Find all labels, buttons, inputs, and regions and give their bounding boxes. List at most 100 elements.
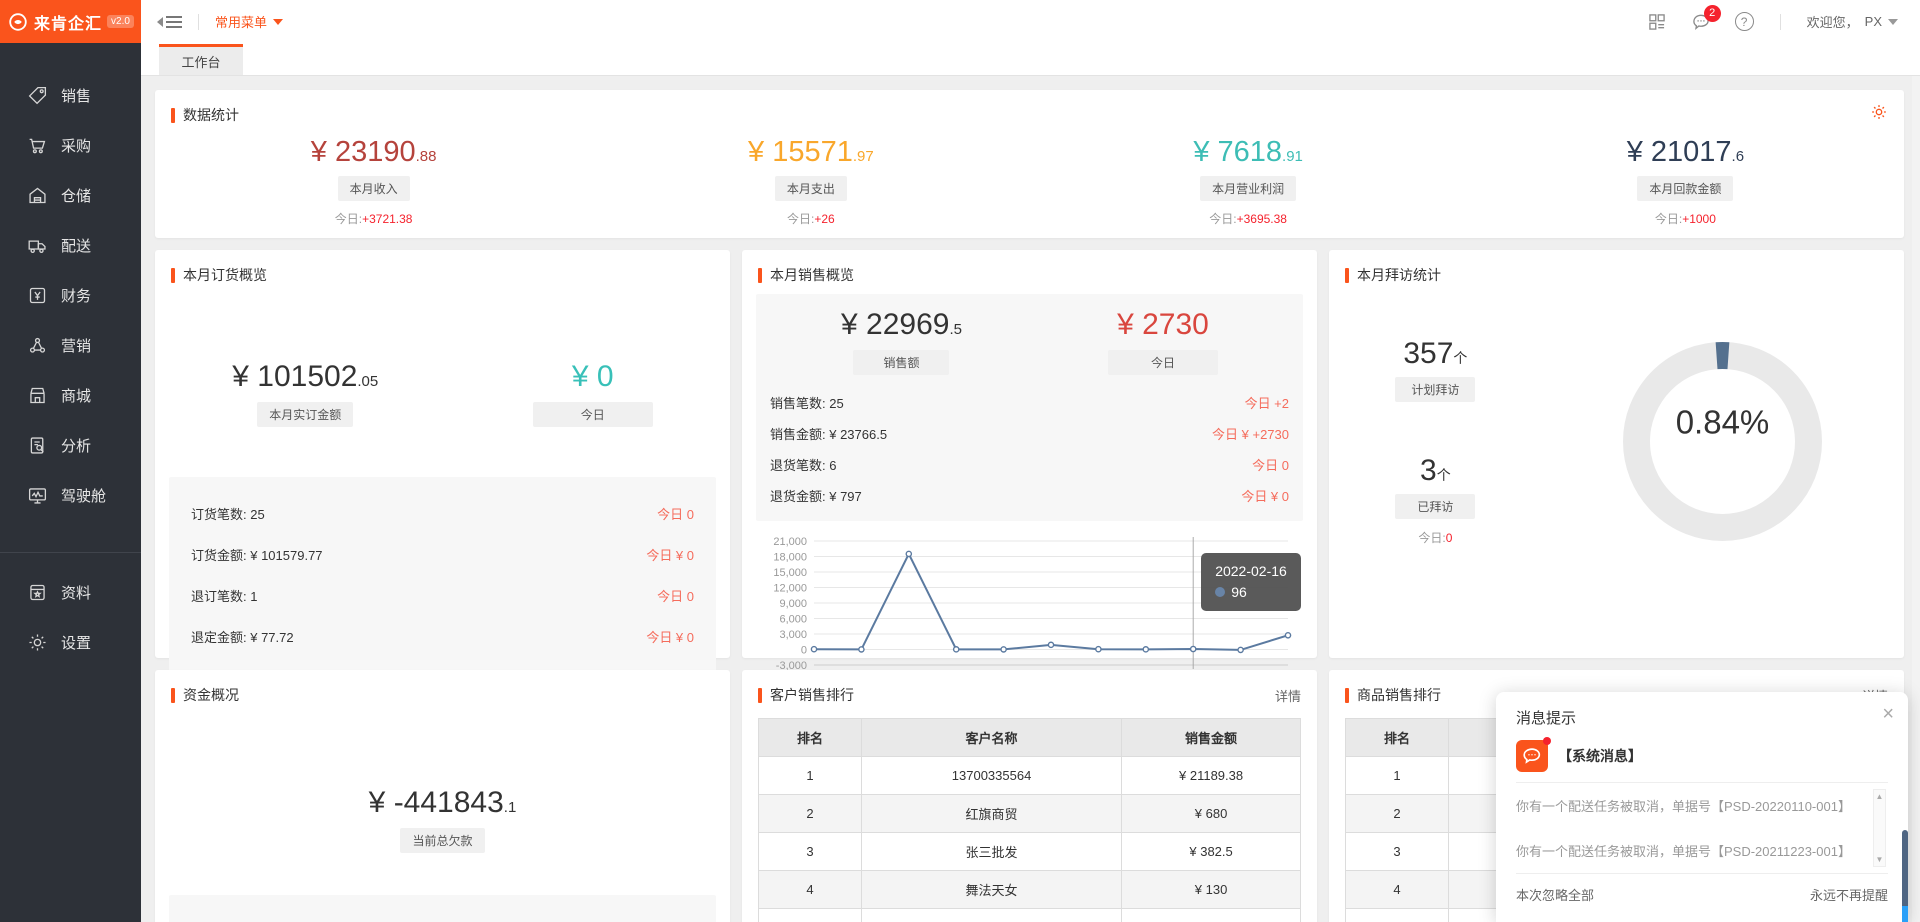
customer-rank-detail-link[interactable]: 详情	[1275, 686, 1301, 705]
stat-today: 今日:+3721.38	[155, 210, 592, 227]
stat-row-today: 今日 ¥ 0	[646, 545, 694, 564]
stat-value: ¥ 15571.97	[592, 136, 1029, 169]
order-today-amount: ¥ 0 今日	[533, 360, 653, 427]
sidebar-item-仓储[interactable]: 仓储	[0, 170, 141, 220]
stat-row-today: 今日 0	[1252, 455, 1289, 474]
stat-row-left: 退定金额: ¥ 77.72	[191, 627, 294, 646]
stat-row-label: 销售笔数:	[770, 396, 829, 411]
stat-row-left: 销售笔数: 25	[770, 393, 844, 412]
stat-row-left: 销售金额: ¥ 23766.5	[770, 424, 887, 443]
stat-today-value: +26	[814, 212, 834, 226]
stat-value: ¥ 7618.91	[1030, 136, 1467, 169]
sidebar-item-营销[interactable]: 营销	[0, 320, 141, 370]
sidebar-item-采购[interactable]: 采购	[0, 120, 141, 170]
stat-row-label: 退订笔数:	[191, 589, 250, 604]
sidebar-item-销售[interactable]: 销售	[0, 70, 141, 120]
stat-today-prefix: 今日:	[335, 212, 362, 226]
sidebar-item-配送[interactable]: 配送	[0, 220, 141, 270]
stat-label-wrap: 本月支出	[592, 176, 1029, 201]
brand-version: v2.0	[107, 15, 134, 28]
stats-settings-gear-icon[interactable]	[1870, 103, 1888, 121]
stat-amount-dec: .91	[1282, 148, 1303, 165]
product-rank-title: 商品销售排行	[1357, 685, 1441, 705]
warehouse-icon	[27, 185, 48, 206]
welcome-text: 欢迎您，	[1807, 12, 1859, 31]
popup-message: 你有一个配送任务被取消，单据号【PSD-20211223-001】	[1516, 828, 1866, 873]
stat-row-left: 订货笔数: 25	[191, 504, 265, 523]
table-row: 5	[759, 909, 1301, 922]
stat-row-label: 退定金额:	[191, 630, 250, 645]
stat-row-value: 6	[829, 458, 836, 473]
visited-value: 3	[1420, 454, 1437, 487]
funds-bottom-panel	[169, 895, 716, 922]
user-menu[interactable]: 欢迎您， PX	[1807, 12, 1898, 31]
sidebar-divider	[0, 552, 141, 553]
title-accent-bar	[758, 268, 762, 283]
visit-today-value: 0	[1446, 531, 1453, 545]
order-amount-dec: .05	[357, 373, 378, 390]
header-divider	[198, 14, 199, 30]
stat-row: 退定金额: ¥ 77.72 今日 ¥ 0	[191, 616, 694, 657]
stat-label-wrap: 本月回款金额	[1467, 176, 1904, 201]
scroll-down-icon[interactable]: ▼	[1876, 855, 1884, 864]
sidebar-item-驾驶舱[interactable]: 驾驶舱	[0, 470, 141, 520]
sales-today-value: ¥ 2730	[1108, 308, 1218, 342]
donut-chart-svg: 0.84%	[1605, 324, 1840, 559]
sidebar-item-财务[interactable]: 财务	[0, 270, 141, 320]
sidebar-item-分析[interactable]: 分析	[0, 420, 141, 470]
svg-text:21,000: 21,000	[773, 536, 807, 548]
table-cell	[861, 909, 1121, 922]
stat-row: 销售笔数: 25今日 +2	[768, 387, 1291, 418]
stat-row: 销售金额: ¥ 23766.5 今日 ¥ +2730	[768, 418, 1291, 449]
apps-grid-icon[interactable]	[1647, 12, 1667, 32]
stat-row-left: 退货笔数: 6	[770, 455, 836, 474]
table-cell: 2	[1346, 795, 1449, 833]
funds-card: 资金概况 ¥ -441843.1 当前总欠款	[155, 670, 730, 922]
stat-item: ¥ 7618.91本月营业利润今日:+3695.38	[1030, 136, 1467, 227]
stat-today-value: +3721.38	[362, 212, 412, 226]
cart-icon	[27, 135, 48, 156]
brand-icon	[7, 11, 29, 33]
stat-row-value: 1	[250, 589, 257, 604]
stat-today: 今日:+26	[592, 210, 1029, 227]
popup-footer: 本次忽略全部 永远不再提醒	[1516, 874, 1888, 916]
close-icon[interactable]: ×	[1882, 704, 1894, 724]
stat-today-prefix: 今日:	[1209, 212, 1236, 226]
customer-rank-header: 客户销售排行 详情	[742, 670, 1317, 714]
col-header: 排名	[759, 719, 862, 757]
popup-message-scrollbar[interactable]: ▲▼	[1873, 789, 1886, 867]
customer-rank-table: 排名客户名称销售金额113700335564¥ 21189.382红旗商贸¥ 6…	[758, 718, 1301, 922]
table-cell: 舞法天女	[861, 871, 1121, 909]
stat-item: ¥ 23190.88本月收入今日:+3721.38	[155, 136, 592, 227]
visit-left-stats: 357个 计划拜访 3个 已拜访 今日:0	[1329, 337, 1542, 546]
stat-today-prefix: 今日:	[1655, 212, 1682, 226]
sidebar-item-label: 仓储	[61, 185, 91, 206]
gear-icon	[27, 632, 48, 653]
ignore-all-button[interactable]: 本次忽略全部	[1516, 885, 1594, 904]
order-today-value: ¥ 0	[533, 360, 653, 394]
sales-rows: 销售笔数: 25今日 +2 销售金额: ¥ 23766.5 今日 ¥ +2730 退货…	[768, 387, 1291, 511]
stat-row-today: 今日 ¥ +2730	[1212, 424, 1289, 443]
stat-row-value: ¥ 23766.5	[829, 427, 887, 442]
messages-icon[interactable]: 2	[1691, 12, 1711, 32]
common-menu-trigger[interactable]: 常用菜单	[215, 12, 283, 31]
stat-amount-dec: .6	[1732, 148, 1745, 165]
help-icon[interactable]: ?	[1735, 12, 1754, 31]
tag-icon	[27, 85, 48, 106]
sidebar-item-商城[interactable]: 商城	[0, 370, 141, 420]
username: PX	[1865, 14, 1882, 29]
page-scrollbar[interactable]	[1912, 76, 1920, 922]
sidebar-item-资料[interactable]: 资料	[0, 567, 141, 617]
sidebar-item-设置[interactable]: 设置	[0, 617, 141, 667]
never-remind-button[interactable]: 永远不再提醒	[1810, 885, 1888, 904]
scroll-up-icon[interactable]: ▲	[1876, 792, 1884, 801]
stats-card: 数据统计 ¥ 23190.88本月收入今日:+3721.38¥ 15571.97…	[155, 90, 1904, 238]
sidebar-collapse-button[interactable]	[157, 16, 182, 28]
title-accent-bar	[758, 688, 762, 703]
stat-row-today: 今日 ¥ 0	[646, 627, 694, 646]
stat-row: 订货金额: ¥ 101579.77今日 ¥ 0	[191, 534, 694, 575]
tab-workbench[interactable]: 工作台	[159, 44, 243, 75]
sidebar-item-label: 销售	[61, 85, 91, 106]
stat-row-label: 退货金额:	[770, 489, 829, 504]
col-header: 排名	[1346, 719, 1449, 757]
